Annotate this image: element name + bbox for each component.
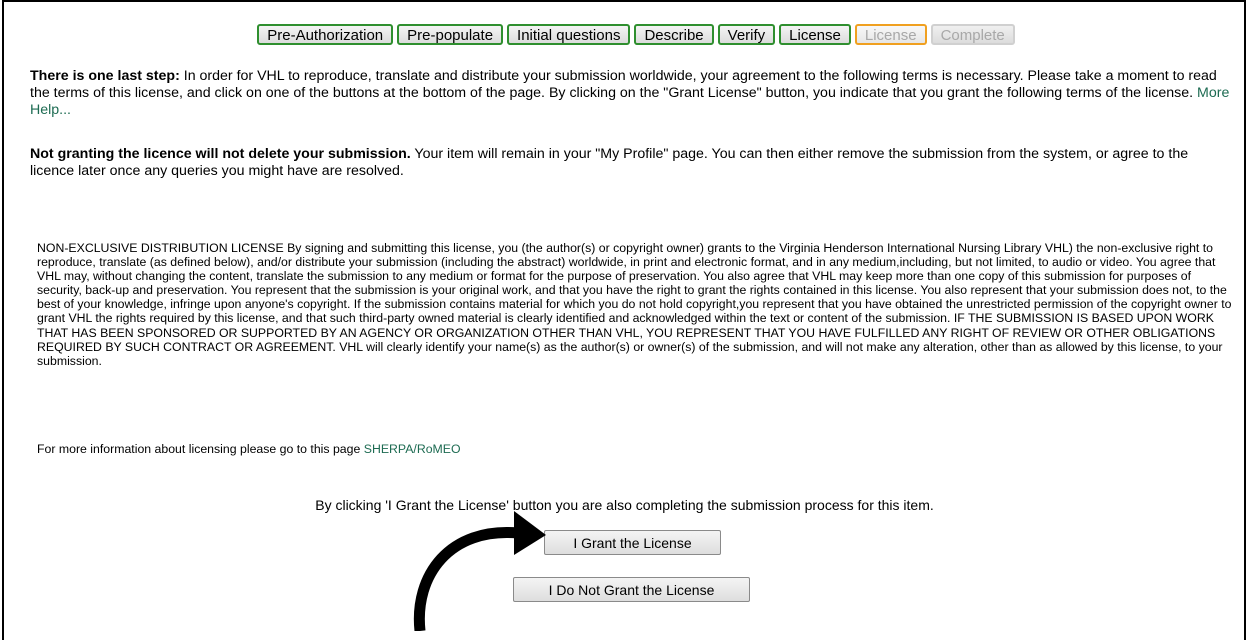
step-verify[interactable]: Verify [717,24,776,45]
more-info-text: For more information about licensing ple… [37,442,364,456]
progress-steps: Pre-Authorization Pre-populate Initial q… [200,24,1072,45]
step-initial-questions[interactable]: Initial questions [507,24,631,45]
license-text: NON-EXCLUSIVE DISTRIBUTION LICENSE By si… [37,241,1232,368]
step-pre-populate[interactable]: Pre-populate [397,24,504,45]
step-describe[interactable]: Describe [634,24,714,45]
notice-paragraph: Not granting the licence will not delete… [30,146,1235,180]
step-license[interactable]: License [779,24,851,45]
step-complete: Complete [930,24,1015,45]
notice-heading: Not granting the licence will not delete… [30,146,411,162]
sherpa-romeo-link[interactable]: SHERPA/RoMEO [364,442,461,456]
grant-note: By clicking 'I Grant the License' button… [315,497,934,513]
intro-paragraph: There is one last step: In order for VHL… [30,68,1235,119]
curved-arrow-icon [413,511,546,631]
step-license-current: License [854,24,927,45]
intro-heading: There is one last step: [30,68,180,84]
step-pre-authorization[interactable]: Pre-Authorization [257,24,394,45]
grant-license-button[interactable]: I Grant the License [544,530,721,555]
intro-text: In order for VHL to reproduce, translate… [30,68,1217,101]
more-info-line: For more information about licensing ple… [37,442,461,456]
